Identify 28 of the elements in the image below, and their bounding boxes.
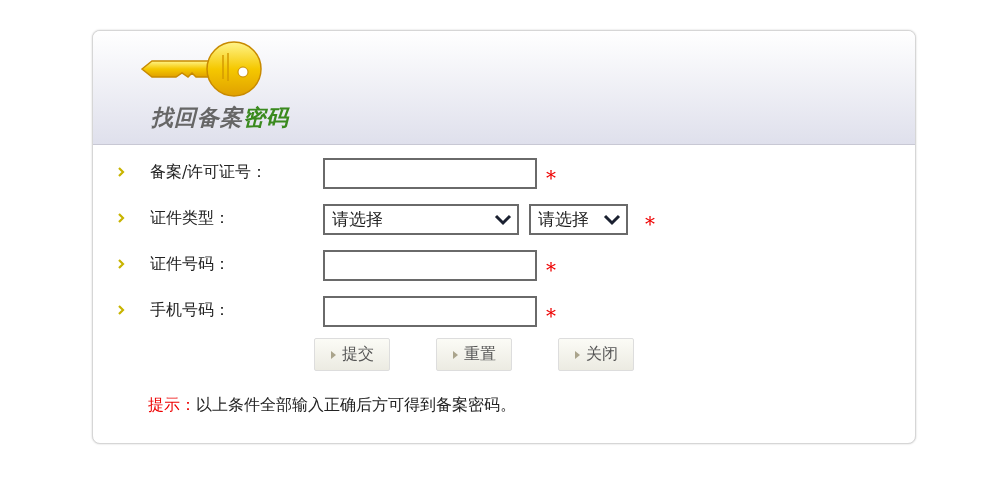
select-field[interactable]: 请选择 xyxy=(323,204,519,235)
required-mark: * xyxy=(546,306,556,326)
input-field[interactable] xyxy=(323,158,537,189)
bullet-icon xyxy=(117,305,125,315)
chevron-down-icon xyxy=(603,213,621,226)
field-label: 备案/许可证号： xyxy=(150,162,269,183)
input-field[interactable] xyxy=(323,296,537,327)
required-mark: * xyxy=(645,214,655,234)
field-label: 手机号码： xyxy=(150,300,231,321)
required-mark: * xyxy=(546,168,556,188)
bullet-icon xyxy=(117,259,125,269)
chevron-down-icon xyxy=(494,213,512,226)
form-button[interactable]: 关闭 xyxy=(558,338,634,371)
field-label: 证件类型： xyxy=(150,208,231,229)
triangle-icon xyxy=(330,350,336,359)
key-icon xyxy=(140,39,262,99)
bullet-icon xyxy=(117,167,125,177)
field-label: 证件号码： xyxy=(150,254,231,275)
triangle-icon xyxy=(574,350,580,359)
input-field[interactable] xyxy=(323,250,537,281)
required-mark: * xyxy=(546,260,556,280)
form-button[interactable]: 提交 xyxy=(314,338,390,371)
form-button[interactable]: 重置 xyxy=(436,338,512,371)
select-field[interactable]: 请选择 xyxy=(529,204,628,235)
page-title: 找回备案密码 xyxy=(151,104,289,132)
bullet-icon xyxy=(117,213,125,223)
hint-text: 提示：以上条件全部输入正确后方可得到备案密码。 xyxy=(148,395,517,416)
triangle-icon xyxy=(452,350,458,359)
